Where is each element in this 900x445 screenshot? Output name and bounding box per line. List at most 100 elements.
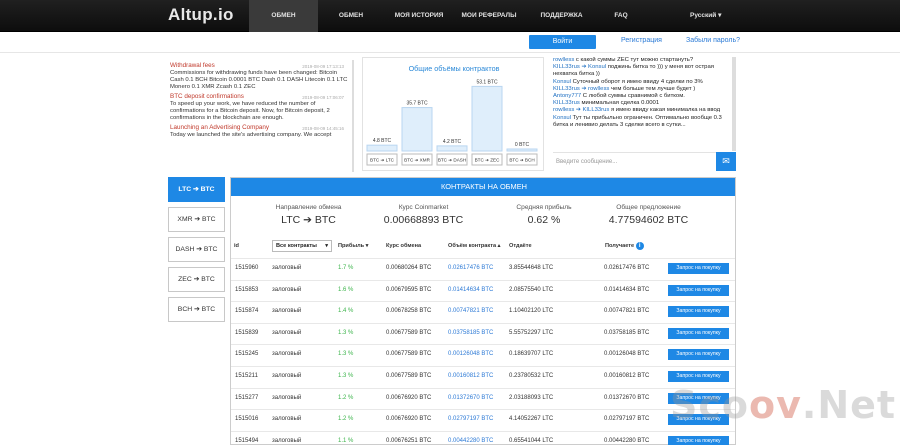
chat-username[interactable]: rowlless ➔ KILL33rus <box>553 107 609 113</box>
cell-volume[interactable]: 0.01414634 BTC <box>448 287 493 293</box>
cell-volume[interactable]: 0.01372670 BTC <box>448 395 493 401</box>
language-select[interactable]: Русский ▾ <box>690 0 721 32</box>
stat-value: LTC ➔ BTC <box>281 214 336 226</box>
pair-xmr-btc[interactable]: XMR ➔ BTC <box>168 207 225 232</box>
chart-category-label: BTC ➔ DASH <box>438 158 466 163</box>
chart-category-label: BTC ➔ ZEC <box>475 158 500 163</box>
cell-receive: 0.00160812 BTC <box>604 373 650 379</box>
news-title[interactable]: Withdrawal fees 2019-08-09 17:13:13 <box>170 62 352 70</box>
cell-type: залоговый <box>272 351 302 358</box>
chart-category-label: BTC ➔ XMR <box>404 158 430 163</box>
watermark-part: .Net <box>801 383 897 427</box>
language-label: Русский <box>690 12 717 19</box>
cell-type: залоговый <box>272 437 302 444</box>
chat-username[interactable]: KILL33rus ➔ rowlless <box>553 86 609 92</box>
buy-request-button[interactable]: Запрос на покупку <box>668 371 729 382</box>
cell-volume[interactable]: 0.00160812 BTC <box>448 373 493 379</box>
chart-bar <box>506 148 538 152</box>
stat-direction: Направление обмена LTC ➔ BTC <box>261 204 356 226</box>
cell-give: 1.10402120 LTC <box>509 308 554 315</box>
buy-request-button[interactable]: Запрос на покупку <box>668 327 729 339</box>
cell-receive: 0.01372670 BTC <box>604 394 650 401</box>
col-rate[interactable]: Курс обмена <box>386 236 421 256</box>
news-title[interactable]: Launching an Advertising Company 2019-08-… <box>170 124 352 132</box>
pair-zec-btc[interactable]: ZEC ➔ BTC <box>168 267 225 292</box>
chat-username[interactable]: Konsul <box>553 79 571 85</box>
chevron-down-icon: ▾ <box>325 243 328 249</box>
cell-profit: 1.2 % <box>338 394 354 401</box>
cell-volume[interactable]: 0.00442280 BTC <box>448 438 493 444</box>
chat-username[interactable]: rowlless <box>553 57 574 63</box>
pair-ltc-btc[interactable]: LTC ➔ BTC <box>168 177 225 202</box>
cell-volume[interactable]: 0.00747821 BTC <box>448 308 493 314</box>
stat-label: Курс Coinmarket <box>398 204 449 211</box>
cell-volume[interactable]: 0.02797197 BTC <box>448 416 493 422</box>
watermark-part: Sco <box>670 383 749 427</box>
cell-give: 0.65541044 LTC <box>509 437 554 444</box>
buy-request-button[interactable]: Запрос на покупку <box>668 435 729 445</box>
chat-username[interactable]: Konsul <box>553 115 571 121</box>
cell-id: 1515245 <box>235 351 259 358</box>
cell-type: залоговый <box>272 286 302 293</box>
nav-bitcoin-exchange[interactable]: ОБМЕН БИТКОЙНОВ <box>318 0 384 51</box>
stat-total-offer: Общее предложение 4.77594602 BTC <box>591 204 706 226</box>
col-volume[interactable]: Объём контракта ▴ <box>448 236 500 256</box>
chart-bar <box>436 145 468 152</box>
cell-profit: 1.3 % <box>338 329 354 336</box>
nav-my-referrals[interactable]: МОИ РЕФЕРАЛЫ <box>454 0 524 32</box>
col-id[interactable]: id <box>234 236 239 256</box>
buy-request-button[interactable]: Запрос на покупку <box>668 284 729 296</box>
table-row: 1515494 залоговый 1.1 % 0.00676251 BTC 0.004… <box>231 430 735 445</box>
nav-my-history[interactable]: МОЯ ИСТОРИЯ <box>384 0 454 32</box>
pair-dash-btc[interactable]: DASH ➔ BTC <box>168 237 225 262</box>
stat-label: Средняя прибыль <box>516 204 572 211</box>
main-nav: ОБМЕН АЛЬТКОЙНОВ ОБМЕН БИТКОЙНОВ МОЯ ИСТ… <box>249 0 643 51</box>
chat-username[interactable]: Antony777 <box>553 93 581 99</box>
chat-username[interactable]: KILL33rus ➔ Konsul <box>553 64 606 70</box>
cell-type: залоговый <box>272 394 302 401</box>
chat-input[interactable]: Введите сообщение... <box>553 152 716 171</box>
cell-profit: 1.6 % <box>338 286 354 293</box>
chat-text: чем больше тем лучше будет ) <box>609 85 696 92</box>
stat-rate: Курс Coinmarket 0.00668893 BTC <box>371 204 476 226</box>
chart-bar <box>471 85 503 152</box>
buy-request-button[interactable]: Запрос на покупку <box>668 349 729 361</box>
col-volume-label: Объём контракта <box>448 243 497 249</box>
cell-volume[interactable]: 0.02617476 BTC <box>448 265 493 271</box>
stat-avg-profit: Средняя прибыль 0.62 % <box>499 204 589 226</box>
nav-faq[interactable]: FAQ <box>599 0 643 32</box>
buy-request-button[interactable]: Запрос на покупку <box>668 263 729 274</box>
col-receive[interactable]: Получаете i <box>605 236 644 256</box>
table-row: 1515245 залоговый 1.3 % 0.00677589 BTC 0.001… <box>231 344 735 365</box>
col-profit[interactable]: Прибыль ▾ <box>338 236 368 256</box>
forgot-password-link[interactable]: Забыли пароль? <box>686 37 740 44</box>
chat-username[interactable]: KILL33rus <box>553 100 580 106</box>
send-icon[interactable]: ✉ <box>716 152 736 171</box>
cell-rate: 0.00676251 BTC <box>386 437 432 444</box>
col-give[interactable]: Отдаёте <box>509 236 532 256</box>
nav-support[interactable]: ПОДДЕРЖКА <box>524 0 599 32</box>
buy-request-button[interactable]: Запрос на покупку <box>668 306 729 318</box>
cell-rate: 0.00677589 BTC <box>386 329 432 336</box>
news-title[interactable]: BTC deposit confirmations 2019-08-09 17:0… <box>170 93 352 101</box>
nav-altcoin-exchange[interactable]: ОБМЕН АЛЬТКОЙНОВ <box>249 0 318 51</box>
cell-volume[interactable]: 0.00126048 BTC <box>448 351 493 357</box>
sort-icon: ▴ <box>497 243 501 249</box>
login-button[interactable]: Войти <box>529 35 596 49</box>
cell-id: 1515277 <box>235 394 259 401</box>
chat-scrollbar[interactable] <box>732 57 736 151</box>
cell-volume[interactable]: 0.03758185 BTC <box>448 330 493 336</box>
contract-filter-label: Все контракты <box>276 243 317 249</box>
news-date: 2019-08-09 17:13:13 <box>302 64 344 69</box>
register-link[interactable]: Регистрация <box>621 37 662 44</box>
cell-profit: 1.4 % <box>338 308 354 315</box>
pair-bch-btc[interactable]: BCH ➔ BTC <box>168 297 225 322</box>
cell-give: 3.85544648 LTC <box>509 265 554 271</box>
table-row: 1515874 залоговый 1.4 % 0.00678258 BTC 0.007… <box>231 301 735 322</box>
site-logo[interactable]: Altup.io <box>168 5 234 25</box>
cell-give: 5.55752297 LTC <box>509 329 554 336</box>
news-body: Commissions for withdrawing funds have b… <box>170 70 348 90</box>
cell-receive: 0.02617476 BTC <box>604 265 650 271</box>
contract-filter-select[interactable]: Все контракты ▾ <box>272 240 332 252</box>
watermark-part: ov <box>749 383 802 427</box>
